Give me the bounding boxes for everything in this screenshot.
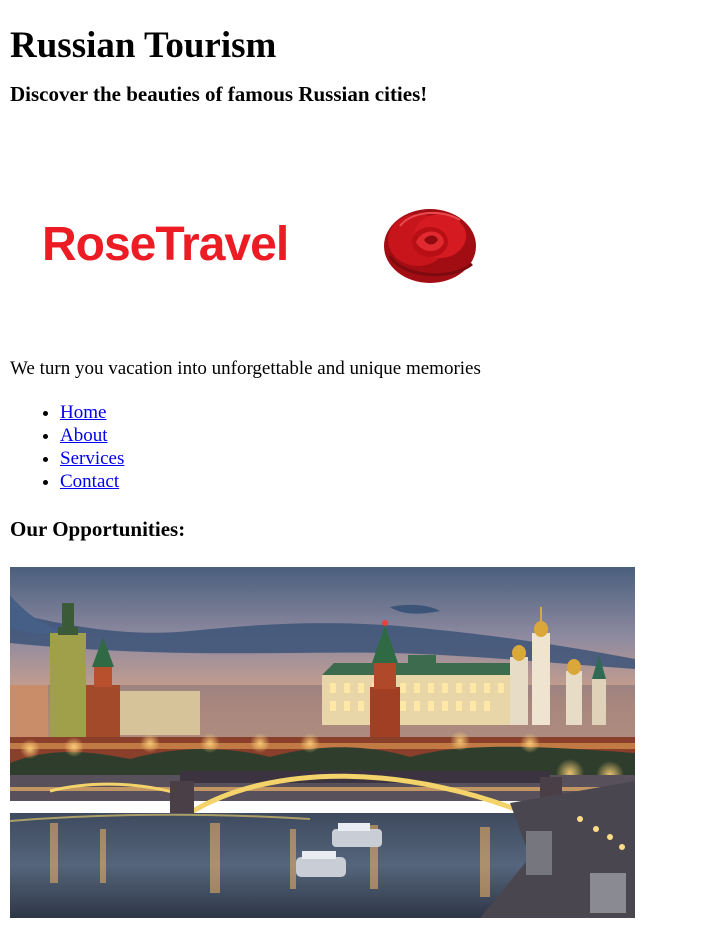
- moscow-kremlin-night-photo: [10, 567, 635, 918]
- nav-link-home[interactable]: Home: [60, 402, 106, 423]
- section-title: Our Opportunities:: [10, 517, 186, 541]
- nav-link-services[interactable]: Services: [60, 448, 124, 469]
- rosetravel-logo: RoseTravel: [10, 168, 510, 328]
- nav-item-about: About: [60, 424, 124, 447]
- nav-item-services: Services: [60, 447, 124, 470]
- nav-link-contact[interactable]: Contact: [60, 471, 119, 492]
- hero-image: [10, 567, 635, 918]
- main-nav: Home About Services Contact: [10, 401, 124, 493]
- nav-link-about[interactable]: About: [60, 425, 108, 446]
- page-subtitle: Discover the beauties of famous Russian …: [10, 82, 428, 106]
- svg-text:RoseTravel: RoseTravel: [42, 218, 288, 271]
- rose-icon: [384, 209, 476, 283]
- tagline: We turn you vacation into unforgettable …: [10, 358, 481, 379]
- nav-item-home: Home: [60, 401, 124, 424]
- page-title: Russian Tourism: [10, 25, 277, 66]
- nav-item-contact: Contact: [60, 470, 124, 493]
